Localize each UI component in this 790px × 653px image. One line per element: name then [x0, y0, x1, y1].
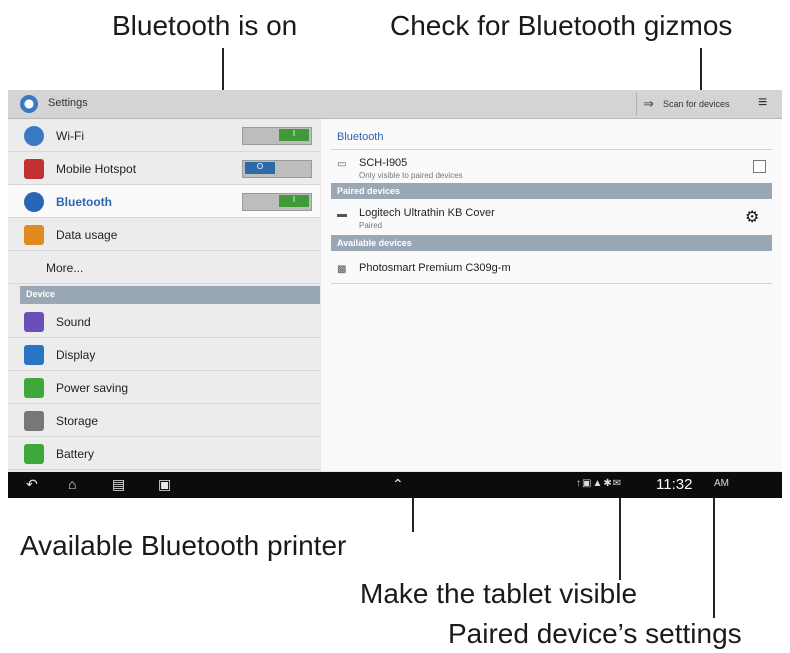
- callout-paired-settings: Paired device’s settings: [448, 618, 742, 649]
- sidebar-item-label: Bluetooth: [56, 195, 112, 209]
- sidebar-item-label: Display: [56, 348, 96, 362]
- sidebar-item-label: Wi-Fi: [56, 129, 84, 143]
- divider: [331, 283, 772, 284]
- hotspot-icon: [24, 159, 44, 179]
- sidebar-item-bluetooth[interactable]: Bluetooth I: [8, 185, 320, 218]
- section-label: Available devices: [337, 238, 412, 248]
- this-device-name: SCH-I905: [359, 157, 408, 169]
- data-usage-icon: [24, 225, 44, 245]
- wifi-icon: [24, 126, 44, 146]
- callout-available-printer: Available Bluetooth printer: [20, 530, 347, 561]
- sound-icon: [24, 312, 44, 332]
- sidebar-item-wifi[interactable]: Wi-Fi I: [8, 119, 320, 152]
- app-title: Settings: [48, 97, 88, 109]
- this-device-row[interactable]: ▭ SCH-I905 Only visible to paired device…: [337, 157, 757, 183]
- display-icon: [24, 345, 44, 365]
- available-device-row[interactable]: ▩ Photosmart Premium C309g-m: [337, 262, 757, 282]
- chevron-up-icon[interactable]: ⌃: [392, 476, 404, 493]
- toggle-on-label: I: [292, 195, 296, 204]
- callout-check-gizmos: Check for Bluetooth gizmos: [390, 10, 733, 41]
- section-available-devices: Available devices: [331, 235, 772, 251]
- bluetooth-detail-pane: Bluetooth ▭ SCH-I905 Only visible to pai…: [321, 119, 782, 471]
- available-device-name: Photosmart Premium C309g-m: [359, 262, 511, 274]
- sidebar-item-display[interactable]: Display: [8, 338, 320, 371]
- scan-for-devices-button[interactable]: ⇒ Scan for devices: [636, 93, 747, 115]
- sidebar-item-battery[interactable]: Battery: [8, 437, 320, 470]
- settings-sidebar: Wi-Fi I Mobile Hotspot O Bluetooth I Dat…: [8, 119, 320, 471]
- sidebar-item-power-saving[interactable]: Power saving: [8, 371, 320, 404]
- recent-apps-icon[interactable]: ▤: [112, 476, 125, 493]
- hotspot-toggle[interactable]: O: [242, 160, 312, 178]
- sidebar-item-data-usage[interactable]: Data usage: [8, 218, 320, 251]
- printer-icon: ▩: [337, 264, 347, 275]
- wifi-toggle[interactable]: I: [242, 127, 312, 145]
- sidebar-item-sound[interactable]: Sound: [8, 305, 320, 338]
- bluetooth-icon: [24, 192, 44, 212]
- sidebar-item-more[interactable]: More...: [8, 251, 320, 284]
- section-paired-devices: Paired devices: [331, 183, 772, 199]
- title-bar: Settings ⇒ Scan for devices ≡: [8, 90, 782, 119]
- sidebar-item-label: Data usage: [56, 228, 118, 242]
- bluetooth-scan-icon: ⇒: [643, 96, 654, 111]
- tablet-icon: ▭: [337, 159, 347, 170]
- tablet-screen: Settings ⇒ Scan for devices ≡ Wi-Fi I Mo…: [8, 90, 782, 498]
- paired-device-status: Paired: [359, 221, 383, 230]
- sidebar-item-label: Mobile Hotspot: [56, 162, 137, 176]
- sidebar-item-mobile-hotspot[interactable]: Mobile Hotspot O: [8, 152, 320, 185]
- this-device-visibility: Only visible to paired devices: [359, 171, 463, 180]
- paired-device-name: Logitech Ultrathin KB Cover: [359, 207, 495, 219]
- sidebar-item-label: Storage: [56, 414, 99, 428]
- sidebar-item-label: Battery: [56, 447, 95, 461]
- paired-device-settings-icon[interactable]: ⚙: [745, 207, 759, 227]
- power-saving-icon: [24, 378, 44, 398]
- keyboard-icon: ▬: [337, 209, 347, 220]
- overflow-menu-icon[interactable]: ≡: [758, 94, 767, 112]
- toggle-on-label: I: [292, 129, 296, 138]
- section-label: Device: [26, 289, 56, 299]
- detail-heading: Bluetooth: [337, 131, 384, 143]
- callout-bluetooth-on: Bluetooth is on: [112, 10, 298, 41]
- screenshot-icon[interactable]: ▣: [158, 476, 171, 493]
- divider: [331, 149, 772, 150]
- clock-ampm: AM: [714, 478, 729, 489]
- section-label: Paired devices: [337, 186, 401, 196]
- storage-icon: [24, 411, 44, 431]
- home-icon[interactable]: ⌂: [68, 476, 76, 492]
- sidebar-item-label: More...: [46, 261, 84, 275]
- toggle-off-label: O: [256, 162, 264, 171]
- bluetooth-toggle[interactable]: I: [242, 193, 312, 211]
- scan-label: Scan for devices: [663, 99, 730, 109]
- back-icon[interactable]: ↶: [26, 476, 38, 493]
- clock: 11:32: [656, 476, 693, 493]
- sidebar-item-label: Power saving: [56, 381, 129, 395]
- section-device: Device: [20, 286, 320, 304]
- sidebar-item-label: Sound: [56, 315, 91, 329]
- paired-device-row[interactable]: ▬ Logitech Ultrathin KB Cover Paired: [337, 207, 737, 233]
- callout-make-visible: Make the tablet visible: [360, 578, 638, 609]
- visibility-checkbox[interactable]: [753, 160, 766, 173]
- battery-icon: [24, 444, 44, 464]
- system-nav-bar: ↶ ⌂ ▤ ▣ ⌃ ↑▣▲✱✉ 11:32 AM: [8, 472, 782, 498]
- settings-gear-icon: [20, 95, 38, 113]
- status-icons: ↑▣▲✱✉: [576, 478, 623, 489]
- sidebar-item-storage[interactable]: Storage: [8, 404, 320, 437]
